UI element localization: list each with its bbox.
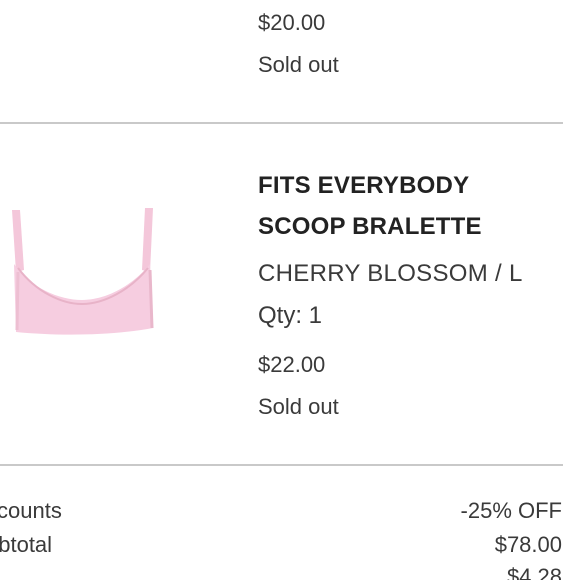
cart-page: $20.00 Sold out FITS EVERYBODY SCOOP BRA… — [0, 0, 580, 580]
bralette-image — [12, 208, 154, 335]
summary-divider — [0, 464, 563, 466]
product-quantity: Qty: 1 — [258, 302, 323, 329]
item-price: $22.00 — [258, 352, 326, 377]
sold-out-status: Sold out — [258, 394, 339, 419]
tax-value: $4.28 — [506, 564, 562, 580]
product-variant: CHERRY BLOSSOM / L — [258, 260, 523, 287]
item-price: $20.00 — [258, 10, 326, 35]
discounts-value: -25% OFF — [460, 498, 562, 523]
subtotal-label: ubtotal — [0, 532, 53, 557]
product-image[interactable] — [0, 200, 165, 340]
subtotal-value: $78.00 — [494, 532, 562, 557]
product-title-line-1[interactable]: FITS EVERYBODY — [258, 174, 469, 198]
cart-item-previous: $20.00 Sold out — [0, 0, 580, 122]
discounts-label: scounts — [0, 498, 62, 523]
product-title-line-2[interactable]: SCOOP BRALETTE — [258, 215, 482, 239]
sold-out-status: Sold out — [258, 52, 339, 77]
item-divider — [0, 122, 563, 124]
